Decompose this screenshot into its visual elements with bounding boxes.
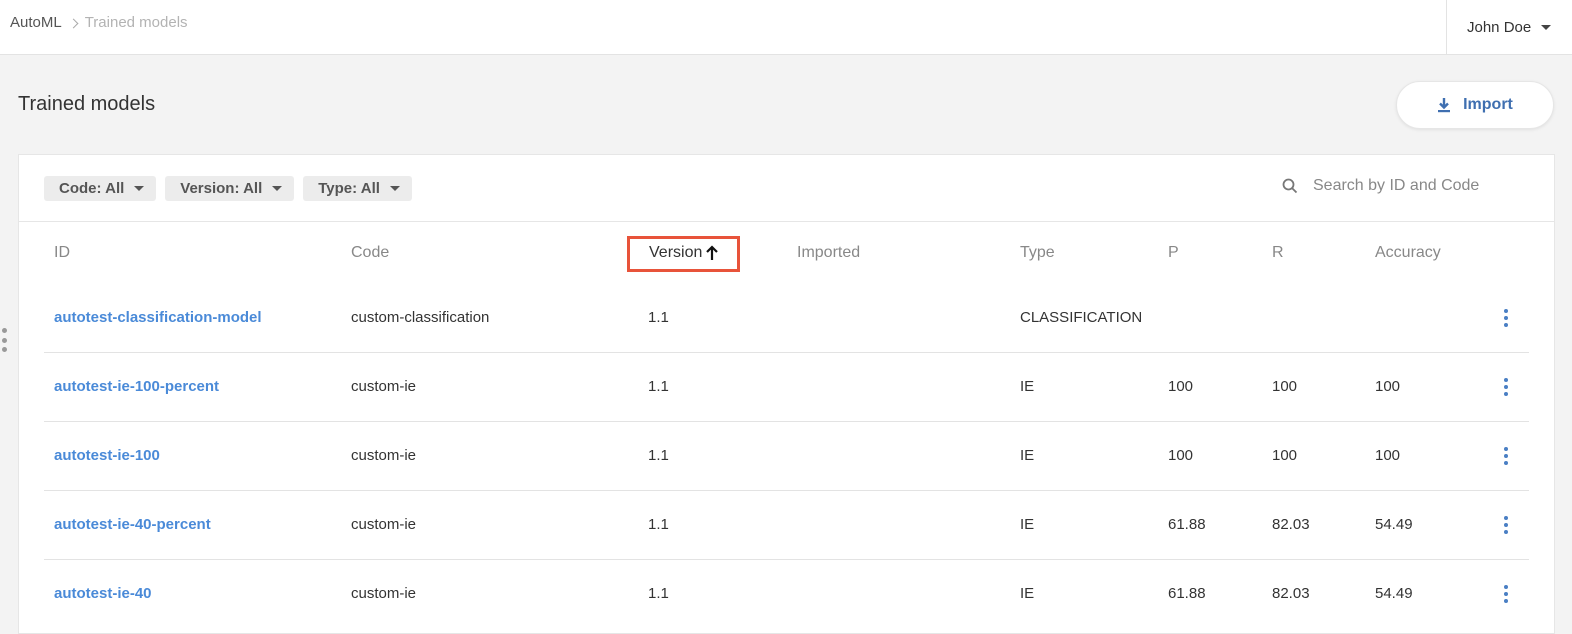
column-header-version[interactable]: Version bbox=[649, 244, 719, 262]
model-version: 1.1 bbox=[648, 309, 669, 326]
model-version: 1.1 bbox=[648, 585, 669, 602]
table-row[interactable]: autotest-classification-model custom-cla… bbox=[44, 284, 1529, 353]
model-type: IE bbox=[1020, 378, 1035, 395]
filter-bar: Code: All Version: All Type: All bbox=[44, 176, 421, 201]
column-header-imported[interactable]: Imported bbox=[797, 244, 860, 262]
caret-down-icon bbox=[272, 186, 283, 191]
model-code: custom-classification bbox=[351, 309, 490, 326]
caret-down-icon bbox=[389, 186, 400, 191]
user-menu[interactable]: John Doe bbox=[1446, 0, 1572, 55]
more-vert-icon[interactable] bbox=[1500, 447, 1512, 465]
model-accuracy: 54.49 bbox=[1375, 585, 1413, 602]
model-version: 1.1 bbox=[648, 516, 669, 533]
model-type: CLASSIFICATION bbox=[1020, 309, 1143, 326]
filter-code-label: Code: All bbox=[59, 180, 125, 197]
chevron-right-icon bbox=[68, 18, 79, 28]
model-precision: 100 bbox=[1168, 447, 1194, 464]
model-precision: 61.88 bbox=[1168, 516, 1206, 533]
breadcrumb-root[interactable]: AutoML bbox=[10, 14, 62, 31]
model-id-link[interactable]: autotest-ie-40-percent bbox=[54, 516, 211, 533]
import-button-label: Import bbox=[1463, 96, 1513, 113]
model-recall: 100 bbox=[1272, 447, 1298, 464]
model-code: custom-ie bbox=[351, 378, 417, 395]
model-id-link[interactable]: autotest-ie-100 bbox=[54, 447, 160, 464]
column-header-p[interactable]: P bbox=[1168, 244, 1179, 262]
filter-code[interactable]: Code: All bbox=[44, 176, 157, 201]
model-version: 1.1 bbox=[648, 447, 669, 464]
breadcrumb-current: Trained models bbox=[84, 14, 188, 31]
table-row[interactable]: autotest-ie-40 custom-ie 1.1 IE 61.88 82… bbox=[44, 560, 1529, 629]
drag-handle-icon[interactable] bbox=[2, 328, 8, 352]
column-header-r[interactable]: R bbox=[1272, 244, 1284, 262]
model-precision: 100 bbox=[1168, 378, 1194, 395]
more-vert-icon[interactable] bbox=[1500, 585, 1512, 603]
search-box bbox=[1282, 177, 1513, 195]
table-row[interactable]: autotest-ie-100 custom-ie 1.1 IE 100 100… bbox=[44, 422, 1529, 491]
model-precision: 61.88 bbox=[1168, 585, 1206, 602]
caret-down-icon bbox=[134, 186, 145, 191]
model-id-link[interactable]: autotest-ie-100-percent bbox=[54, 378, 219, 395]
model-type: IE bbox=[1020, 516, 1035, 533]
column-header-version-label: Version bbox=[649, 244, 703, 261]
top-bar: AutoML Trained models John Doe bbox=[0, 0, 1572, 55]
search-icon bbox=[1282, 178, 1298, 194]
models-card: Code: All Version: All Type: All ID Code… bbox=[18, 154, 1555, 634]
column-header-accuracy[interactable]: Accuracy bbox=[1375, 244, 1441, 262]
model-recall: 100 bbox=[1272, 378, 1298, 395]
model-code: custom-ie bbox=[351, 516, 417, 533]
model-recall: 82.03 bbox=[1272, 585, 1310, 602]
model-code: custom-ie bbox=[351, 585, 417, 602]
download-icon bbox=[1438, 98, 1451, 113]
table-row[interactable]: autotest-ie-100-percent custom-ie 1.1 IE… bbox=[44, 353, 1529, 422]
model-accuracy: 100 bbox=[1375, 447, 1401, 464]
caret-down-icon bbox=[1541, 25, 1552, 30]
model-accuracy: 100 bbox=[1375, 378, 1401, 395]
import-button[interactable]: Import bbox=[1396, 81, 1554, 129]
filter-version[interactable]: Version: All bbox=[165, 176, 295, 201]
more-vert-icon[interactable] bbox=[1500, 378, 1512, 396]
search-input[interactable] bbox=[1313, 177, 1513, 195]
more-vert-icon[interactable] bbox=[1500, 516, 1512, 534]
model-code: custom-ie bbox=[351, 447, 417, 464]
divider bbox=[19, 221, 1554, 222]
filter-type-label: Type: All bbox=[318, 180, 380, 197]
model-id-link[interactable]: autotest-classification-model bbox=[54, 309, 262, 326]
model-id-link[interactable]: autotest-ie-40 bbox=[54, 585, 152, 602]
filter-version-label: Version: All bbox=[180, 180, 263, 197]
model-type: IE bbox=[1020, 447, 1035, 464]
column-header-id[interactable]: ID bbox=[54, 244, 70, 262]
table-row[interactable]: autotest-ie-40-percent custom-ie 1.1 IE … bbox=[44, 491, 1529, 560]
model-recall: 82.03 bbox=[1272, 516, 1310, 533]
model-version: 1.1 bbox=[648, 378, 669, 395]
more-vert-icon[interactable] bbox=[1500, 309, 1512, 327]
page-title: Trained models bbox=[18, 93, 156, 115]
column-header-type[interactable]: Type bbox=[1020, 244, 1055, 262]
filter-type[interactable]: Type: All bbox=[303, 176, 412, 201]
model-accuracy: 54.49 bbox=[1375, 516, 1413, 533]
user-name: John Doe bbox=[1467, 19, 1532, 36]
model-type: IE bbox=[1020, 585, 1035, 602]
column-header-code[interactable]: Code bbox=[351, 244, 389, 262]
arrow-up-icon bbox=[706, 245, 719, 260]
breadcrumb: AutoML Trained models bbox=[10, 14, 188, 31]
